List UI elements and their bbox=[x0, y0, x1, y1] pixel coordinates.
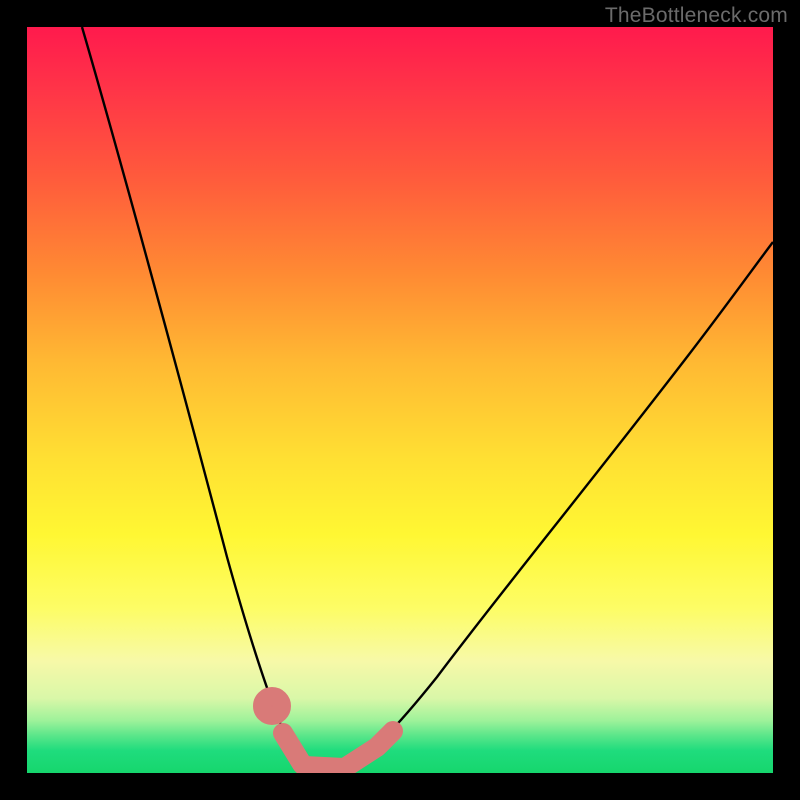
marker-dot bbox=[263, 697, 281, 715]
curve-layer bbox=[27, 27, 773, 773]
trough-marker-group bbox=[263, 697, 393, 768]
chart-plot-area bbox=[27, 27, 773, 773]
watermark-text: TheBottleneck.com bbox=[605, 4, 788, 28]
marker-capsule-4 bbox=[379, 731, 393, 745]
bottleneck-curve bbox=[82, 27, 773, 772]
